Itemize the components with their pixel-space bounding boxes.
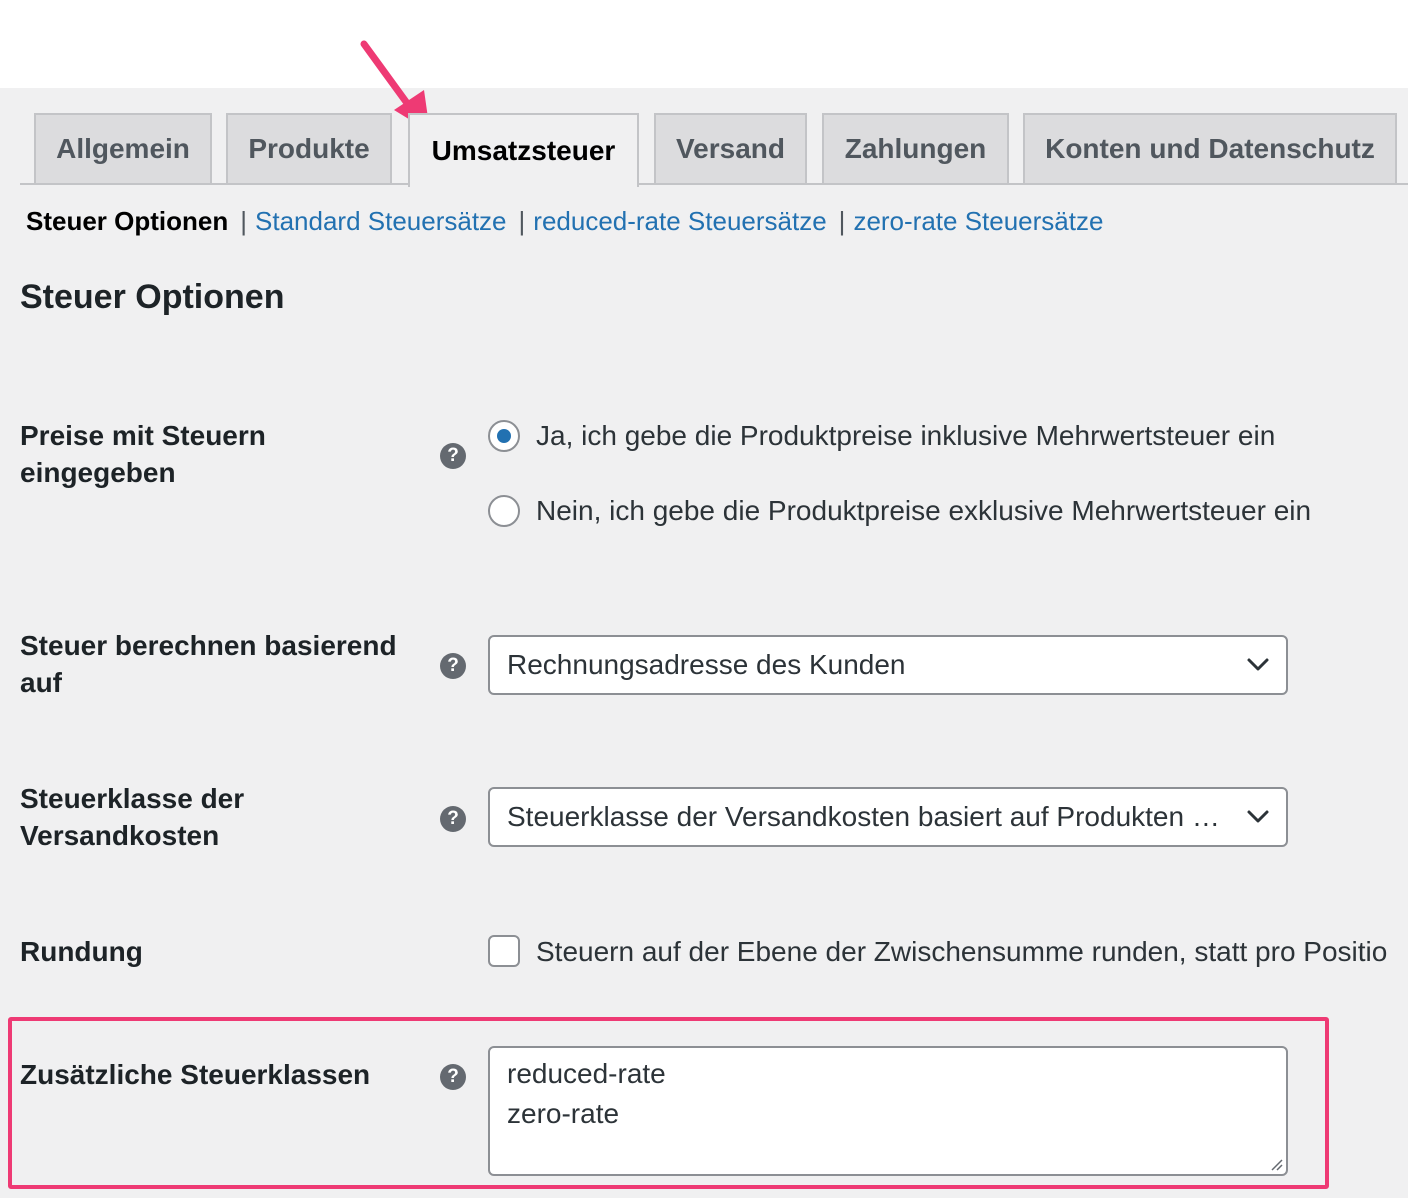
subnav-current-steuer-optionen: Steuer Optionen [26,206,229,236]
tax-class-line: reduced-rate [507,1058,666,1089]
subnav-separator: | [838,206,846,236]
radio-prices-inclusive-label: Ja, ich gebe die Produktpreise inklusive… [536,420,1276,451]
shipping-tax-class-value: Steuerklasse der Versandkosten basiert a… [507,801,1220,832]
resize-grip-icon[interactable] [1269,1157,1283,1171]
tax-based-on-select[interactable]: Rechnungsadresse des Kunden [488,635,1288,695]
subnav-separator: | [518,206,526,236]
radio-prices-exclusive-label: Nein, ich gebe die Produktpreise exklusi… [536,495,1312,526]
shipping-tax-class-label: Steuerklasse der Versandkosten [20,783,245,851]
tab-versand[interactable]: Versand [654,113,807,183]
tax-based-on-value: Rechnungsadresse des Kunden [507,649,906,680]
subnav-link-reduced-rate[interactable]: reduced-rate Steuersätze [533,206,826,237]
section-title: Steuer Optionen [20,278,285,316]
tab-konten-datenschutz[interactable]: Konten und Datenschutz [1023,113,1397,183]
tab-zahlungen[interactable]: Zahlungen [822,113,1009,183]
rounding-checkbox-label: Steuern auf der Ebene der Zwischensumme … [536,936,1388,967]
additional-tax-classes-textarea[interactable]: reduced-rate zero-rate [488,1046,1288,1176]
radio-prices-inclusive[interactable] [488,420,520,452]
chevron-down-icon [1247,810,1269,823]
tax-based-on-label: Steuer berechnen basierend auf [20,630,397,698]
tax-subnav: Steuer Optionen | Standard Steuersätze |… [26,206,1103,237]
rounding-checkbox[interactable] [488,935,520,967]
tab-umsatzsteuer[interactable]: Umsatzsteuer [408,113,639,187]
tab-divider [20,183,1408,185]
tab-allgemein[interactable]: Allgemein [34,113,212,183]
help-icon[interactable]: ? [440,806,466,832]
additional-tax-classes-label: Zusätzliche Steuerklassen [20,1059,371,1090]
top-bar [0,0,1408,88]
help-icon[interactable]: ? [440,653,466,679]
shipping-tax-class-select[interactable]: Steuerklasse der Versandkosten basiert a… [488,787,1288,847]
subnav-link-standard[interactable]: Standard Steuersätze [255,206,507,237]
tax-class-line: zero-rate [507,1098,620,1129]
subnav-separator: | [240,206,248,236]
help-icon[interactable]: ? [440,443,466,469]
radio-prices-exclusive[interactable] [488,495,520,527]
prices-incl-tax-label: Preise mit Steuern eingegeben [20,420,266,488]
help-icon[interactable]: ? [440,1064,466,1090]
subnav-link-zero-rate[interactable]: zero-rate Steuersätze [853,206,1103,237]
chevron-down-icon [1247,658,1269,671]
rounding-label: Rundung [20,936,143,967]
